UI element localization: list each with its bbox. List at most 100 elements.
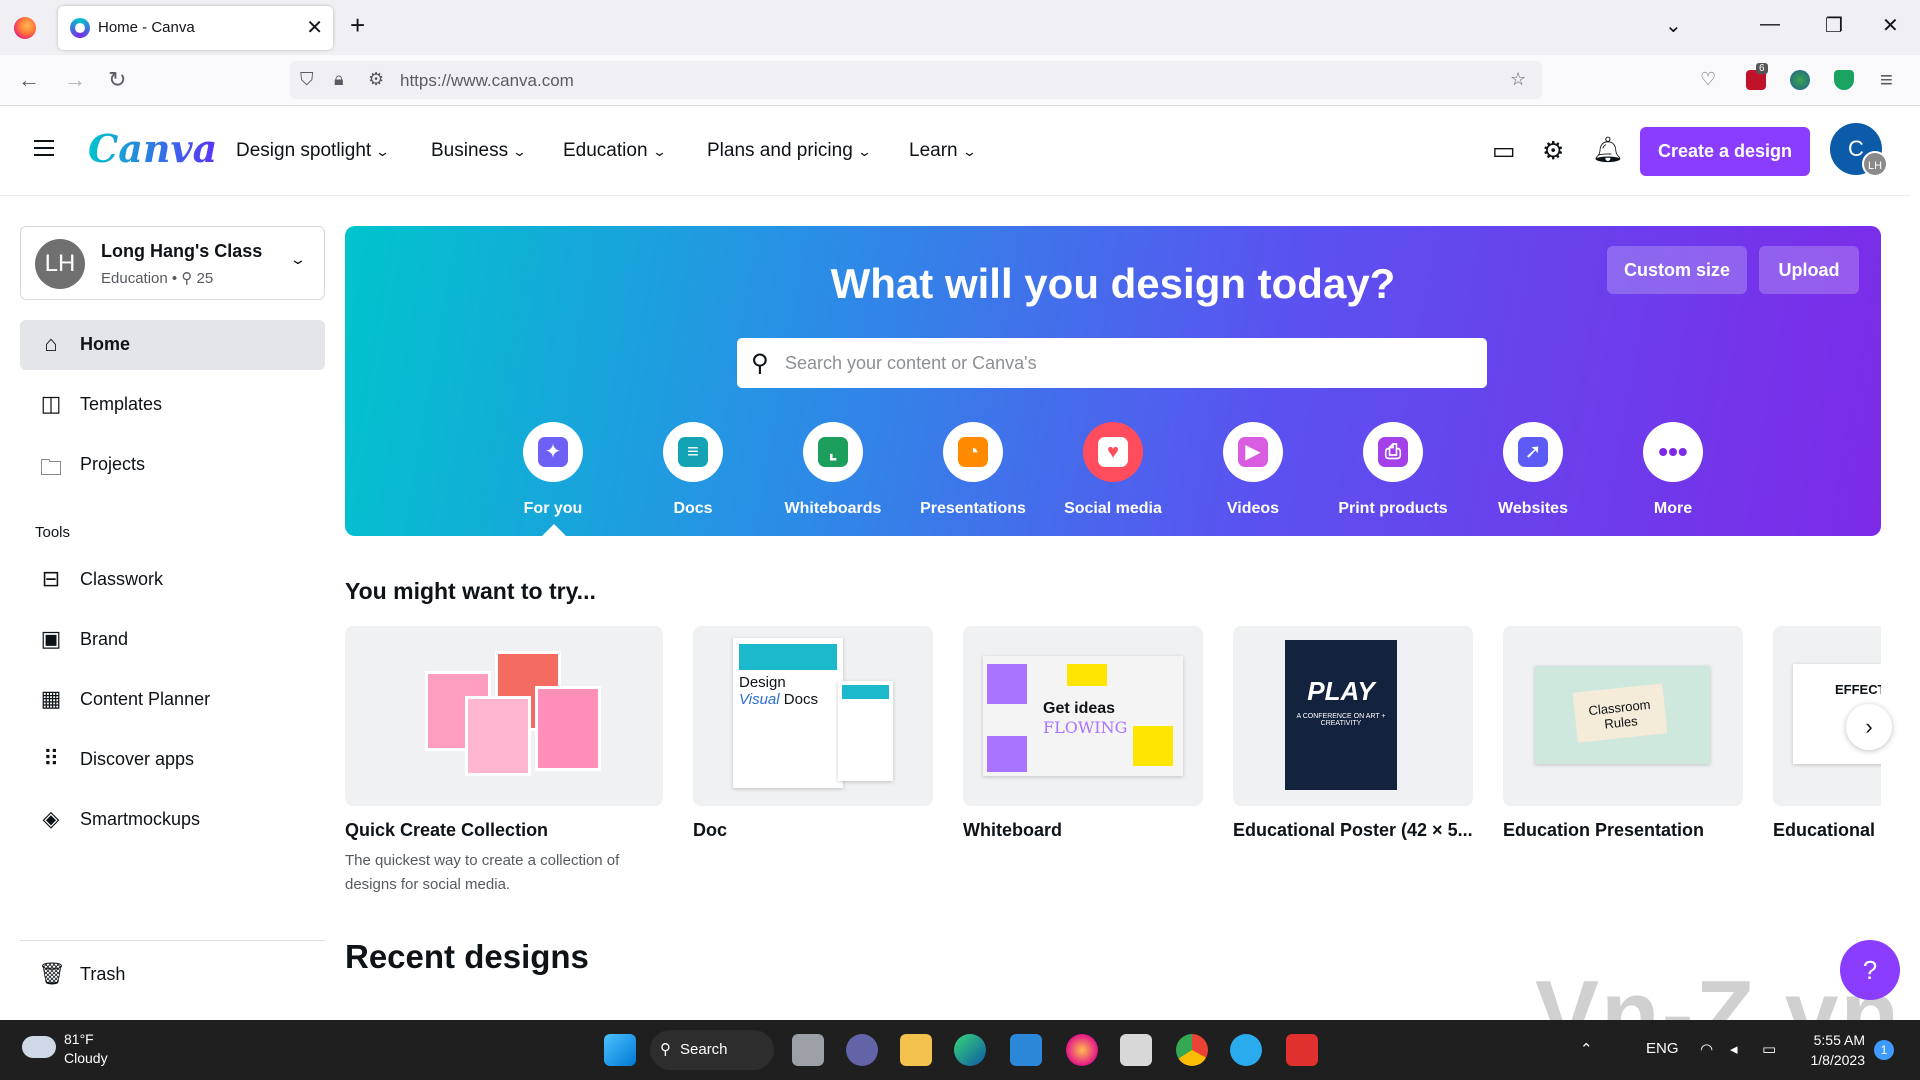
suggestion-card-quick-create[interactable]: Quick Create Collection The quickest way… bbox=[345, 626, 663, 897]
chat-icon[interactable] bbox=[846, 1034, 878, 1066]
sidebar-item-trash[interactable]: 🗑︎ Trash bbox=[20, 950, 325, 1000]
globe-extension-icon[interactable] bbox=[1790, 70, 1810, 90]
category-more[interactable]: ••• More bbox=[1613, 422, 1733, 518]
shield-icon[interactable]: ⛉ bbox=[300, 69, 314, 90]
url-text[interactable]: https://www.canva.com bbox=[400, 71, 574, 91]
app-icon-red[interactable] bbox=[1286, 1034, 1318, 1066]
account-avatar[interactable]: C LH bbox=[1830, 123, 1888, 177]
close-window-icon[interactable]: ✕ bbox=[1882, 13, 1899, 38]
category-videos[interactable]: ▶ Videos bbox=[1193, 422, 1313, 518]
sidebar-item-brand[interactable]: ▣ Brand bbox=[20, 615, 325, 665]
category-social-media[interactable]: ♥ Social media bbox=[1053, 422, 1173, 518]
category-websites[interactable]: ➚ Websites bbox=[1473, 422, 1593, 518]
battery-icon[interactable]: ▭ bbox=[1762, 1040, 1776, 1058]
file-explorer-icon[interactable] bbox=[900, 1034, 932, 1066]
taskbar-search[interactable]: ⚲ Search bbox=[650, 1030, 774, 1070]
card-thumbnail: Design Visual Docs bbox=[693, 626, 933, 806]
menu-label: Education bbox=[563, 140, 648, 161]
settings-gear-icon[interactable]: ⚙ bbox=[1542, 136, 1564, 166]
task-view-icon[interactable] bbox=[792, 1034, 824, 1066]
lock-icon[interactable]: 🔒︎ bbox=[334, 69, 344, 90]
tray-overflow-icon[interactable]: ⌃ bbox=[1580, 1040, 1593, 1058]
menu-business[interactable]: Business ⌄ bbox=[431, 140, 527, 162]
notification-badge[interactable]: 1 bbox=[1874, 1040, 1894, 1060]
cloud-icon[interactable] bbox=[22, 1036, 56, 1058]
wifi-icon[interactable]: ◠ bbox=[1700, 1040, 1713, 1058]
clock[interactable]: 5:55 AM 1/8/2023 bbox=[1805, 1030, 1866, 1070]
browser-tab[interactable]: Home - Canva ✕ bbox=[58, 6, 333, 50]
category-print-products[interactable]: ⎙ Print products bbox=[1333, 422, 1453, 518]
brand-icon: ▣ bbox=[40, 626, 62, 651]
firefox-taskbar-icon[interactable] bbox=[1066, 1034, 1098, 1066]
list-tabs-icon[interactable]: ⌄ bbox=[1665, 13, 1682, 38]
apps-grid-icon: ⠿ bbox=[42, 746, 60, 771]
home-icon: ⌂ bbox=[44, 331, 58, 356]
team-name: Long Hang's Class bbox=[101, 241, 263, 261]
sidebar-item-classwork[interactable]: ⊟ Classwork bbox=[20, 555, 325, 605]
search-input[interactable] bbox=[785, 338, 1475, 388]
recent-designs-heading: Recent designs bbox=[345, 938, 589, 975]
suggestion-card-education-presentation[interactable]: Classroom Rules Education Presentation bbox=[1503, 626, 1743, 841]
category-presentations[interactable]: ◔ Presentations bbox=[913, 422, 1033, 518]
team-avatar: LH bbox=[35, 239, 85, 289]
upload-button[interactable]: Upload bbox=[1759, 246, 1859, 294]
sidebar-item-home[interactable]: ⌂ Home bbox=[20, 320, 325, 370]
hamburger-menu-icon[interactable] bbox=[34, 140, 54, 156]
help-button[interactable]: ? bbox=[1840, 940, 1900, 1000]
carousel-next-button[interactable]: › bbox=[1846, 704, 1892, 750]
security-extension-icon[interactable] bbox=[1834, 70, 1854, 90]
minimize-icon[interactable]: — bbox=[1760, 13, 1780, 36]
team-switcher[interactable]: LH Long Hang's Class Education • ⚲ 25 ⌄ bbox=[20, 226, 325, 300]
restore-icon[interactable]: ❐ bbox=[1825, 13, 1843, 38]
sidebar-item-content-planner[interactable]: ▦ Content Planner bbox=[20, 675, 325, 725]
firefox-logo-icon[interactable] bbox=[14, 17, 36, 39]
suggestion-card-whiteboard[interactable]: Get ideas FLOWING Whiteboard bbox=[963, 626, 1203, 841]
new-tab-icon[interactable]: + bbox=[350, 10, 365, 41]
poster: PLAY A CONFERENCE ON ART + CREATIVITY bbox=[1285, 640, 1397, 790]
sidebar-item-smartmockups[interactable]: ◈ Smartmockups bbox=[20, 795, 325, 845]
chevron-down-icon: ⌄ bbox=[961, 144, 977, 159]
sticky-note bbox=[1133, 726, 1173, 766]
category-icon-circle: ➚ bbox=[1503, 422, 1563, 482]
menu-design-spotlight[interactable]: Design spotlight ⌄ bbox=[236, 140, 390, 162]
windows-start-icon[interactable] bbox=[604, 1034, 636, 1066]
category-for-you[interactable]: ✦ For you bbox=[493, 422, 613, 518]
address-bar[interactable]: ⛉ 🔒︎ ⚙ https://www.canva.com ☆ bbox=[290, 61, 1542, 99]
volume-icon[interactable]: ◂ bbox=[1730, 1040, 1738, 1058]
suggestion-card-educational-poster[interactable]: PLAY A CONFERENCE ON ART + CREATIVITY Ed… bbox=[1233, 626, 1473, 841]
calendar-app-icon[interactable] bbox=[1120, 1034, 1152, 1066]
category-docs[interactable]: ≡ Docs bbox=[633, 422, 753, 518]
language-indicator[interactable]: ENG bbox=[1646, 1040, 1679, 1057]
poster-subtitle: A CONFERENCE ON ART + CREATIVITY bbox=[1296, 713, 1386, 727]
weather-widget[interactable]: 81°F Cloudy bbox=[64, 1030, 108, 1068]
forward-icon[interactable]: → bbox=[64, 67, 86, 93]
canva-logo[interactable]: Canva bbox=[88, 126, 217, 171]
desktop-app-icon[interactable]: ▭ bbox=[1492, 136, 1516, 166]
sidebar-item-discover-apps[interactable]: ⠿ Discover apps bbox=[20, 735, 325, 785]
menu-education[interactable]: Education ⌄ bbox=[563, 140, 667, 162]
suggestion-card-doc[interactable]: Design Visual Docs Doc bbox=[693, 626, 933, 841]
chrome-icon[interactable] bbox=[1176, 1034, 1208, 1066]
app-menu-icon[interactable]: ≡ bbox=[1880, 67, 1893, 93]
permissions-icon[interactable]: ⚙ bbox=[368, 69, 384, 90]
telegram-icon[interactable] bbox=[1230, 1034, 1262, 1066]
category-label: Docs bbox=[673, 500, 713, 517]
sidebar-item-templates[interactable]: ◫ Templates bbox=[20, 380, 325, 430]
category-label: Whiteboards bbox=[784, 500, 882, 517]
sidebar-item-projects[interactable]: 🗀 Projects bbox=[20, 440, 325, 490]
notifications-bell-icon[interactable]: 🔔︎ bbox=[1592, 136, 1624, 165]
menu-plans-and-pricing[interactable]: Plans and pricing ⌄ bbox=[707, 140, 872, 162]
custom-size-button[interactable]: Custom size bbox=[1607, 246, 1747, 294]
sidebar-item-label: Projects bbox=[80, 454, 146, 474]
card-title: Educational Poster (42 × 5... bbox=[1233, 820, 1473, 840]
edge-icon[interactable] bbox=[954, 1034, 986, 1066]
bookmark-star-icon[interactable]: ☆ bbox=[1510, 69, 1526, 90]
menu-learn[interactable]: Learn ⌄ bbox=[909, 140, 977, 162]
create-a-design-button[interactable]: Create a design bbox=[1640, 127, 1810, 176]
close-tab-icon[interactable]: ✕ bbox=[306, 15, 323, 40]
reload-icon[interactable]: ↻ bbox=[108, 67, 126, 93]
store-icon[interactable] bbox=[1010, 1034, 1042, 1066]
back-icon[interactable]: ← bbox=[18, 67, 40, 93]
category-whiteboards[interactable]: ⌞ Whiteboards bbox=[773, 422, 893, 518]
pocket-icon[interactable]: ♡ bbox=[1700, 69, 1716, 90]
